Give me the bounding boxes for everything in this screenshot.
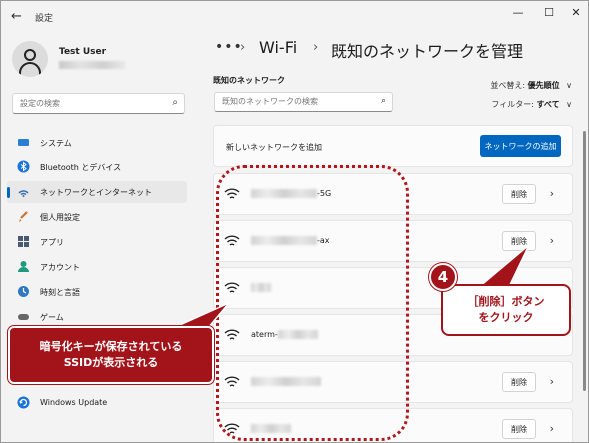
ssid-callout: 暗号化キーが保存されている SSIDが表示される bbox=[8, 326, 214, 384]
callout-text-line: をクリック bbox=[478, 311, 534, 324]
settings-window: ← 設定 — ☐ ✕ Test User ⌕ システム Bluetooth とデ… bbox=[0, 0, 589, 443]
callout-text-line: 暗号化キーが保存されている bbox=[39, 340, 183, 353]
delete-callout: ［削除］ボタン をクリック bbox=[441, 284, 571, 336]
step-number-badge: 4 bbox=[429, 263, 457, 291]
callout-text-line: SSIDが表示される bbox=[63, 356, 159, 369]
callout-text-line: ［削除］ボタン bbox=[467, 295, 545, 308]
